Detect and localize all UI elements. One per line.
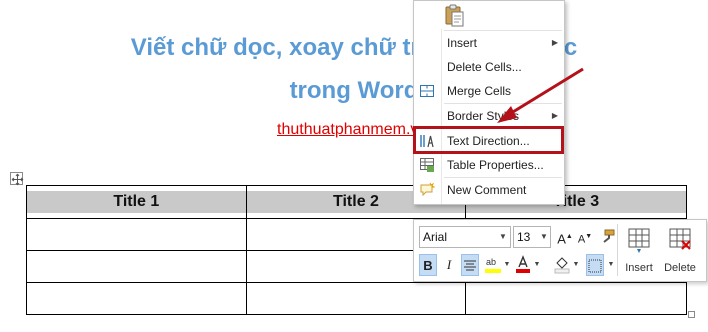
annotation-arrow-icon xyxy=(497,67,584,123)
